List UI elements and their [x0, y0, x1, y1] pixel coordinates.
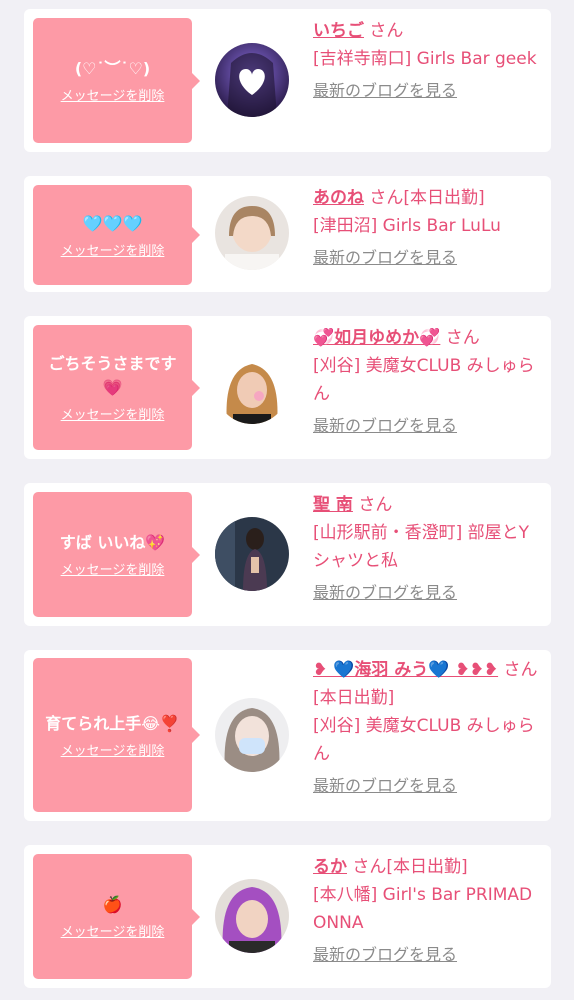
- avatar[interactable]: [215, 43, 289, 117]
- avatar-blonde-selfie-photo: [215, 350, 289, 424]
- cast-name-link[interactable]: 💞如月ゆめか💞: [313, 328, 440, 348]
- message-text: 🍎: [102, 895, 123, 914]
- cast-name-link[interactable]: 聖 南: [313, 495, 353, 515]
- list-item: ごちそうさまです💗 メッセージを削除 💞如月ゆめか💞 さん [刈谷] 美魔女CL…: [24, 316, 551, 459]
- honorific: さん: [445, 328, 480, 348]
- honorific: さん: [358, 495, 393, 515]
- cast-info: 聖 南 さん [山形駅前・香澄町] 部屋とYシャツと私 最新のブログを見る: [313, 491, 541, 605]
- shop-name: [山形駅前・香澄町] 部屋とYシャツと私: [313, 523, 530, 571]
- avatar[interactable]: [215, 517, 289, 591]
- latest-blog-link[interactable]: 最新のブログを見る: [313, 943, 457, 967]
- message-bubble: 🍎 メッセージを削除: [33, 854, 200, 979]
- latest-blog-link[interactable]: 最新のブログを見る: [313, 414, 457, 438]
- message-bubble: ごちそうさまです💗 メッセージを削除: [33, 325, 200, 450]
- message-text: ごちそうさまです💗: [48, 354, 177, 397]
- status-badge: [本日出勤]: [313, 688, 395, 708]
- honorific: さん: [369, 188, 404, 208]
- honorific: さん: [369, 21, 404, 41]
- delete-message-link[interactable]: メッセージを削除: [61, 559, 165, 578]
- status-badge: [本日出勤]: [403, 188, 485, 208]
- honorific: さん: [503, 660, 538, 680]
- cast-info: 💞如月ゆめか💞 さん [刈谷] 美魔女CLUB みしゅらん 最新のブログを見る: [313, 324, 541, 438]
- avatar[interactable]: [215, 879, 289, 953]
- message-list: (♡˙︶˙♡) メッセージを削除 いちご さん [吉祥寺南口] Girls Ba…: [0, 0, 574, 1000]
- avatar[interactable]: [215, 698, 289, 772]
- honorific: さん: [352, 857, 387, 877]
- cast-info: るか さん[本日出勤] [本八幡] Girl's Bar PRIMADONNA …: [313, 853, 541, 967]
- message-bubble: 🩵🩵🩵 メッセージを削除: [33, 185, 200, 285]
- shop-name: [刈谷] 美魔女CLUB みしゅらん: [313, 716, 535, 764]
- message-text: 育てられ上手😂❣️: [45, 713, 180, 733]
- delete-message-link[interactable]: メッセージを削除: [61, 921, 165, 940]
- avatar-masked-selfie-photo: [215, 698, 289, 772]
- latest-blog-link[interactable]: 最新のブログを見る: [313, 246, 457, 270]
- avatar-selfie-photo: [215, 196, 289, 270]
- list-item: 🍎 メッセージを削除 るか さん[本日出勤] [本八幡] Girl's Bar …: [24, 845, 551, 988]
- shop-name: [吉祥寺南口] Girls Bar geek: [313, 49, 537, 69]
- delete-message-link[interactable]: メッセージを削除: [61, 240, 165, 259]
- shop-name: [刈谷] 美魔女CLUB みしゅらん: [313, 356, 535, 404]
- list-item: 育てられ上手😂❣️ メッセージを削除 ❥ 💙海羽 みう💙 ❥❥❥ さん [本日出勤…: [24, 650, 551, 821]
- cast-info: いちご さん [吉祥寺南口] Girls Bar geek 最新のブログを見る: [313, 17, 541, 103]
- cast-name-link[interactable]: ❥ 💙海羽 みう💙 ❥❥❥: [313, 660, 498, 680]
- list-item: (♡˙︶˙♡) メッセージを削除 いちご さん [吉祥寺南口] Girls Ba…: [24, 9, 551, 152]
- list-item: すば いいね💖 メッセージを削除 聖 南 さん [山形駅前・香澄町] 部屋とYシ…: [24, 483, 551, 626]
- message-bubble: 育てられ上手😂❣️ メッセージを削除: [33, 658, 200, 812]
- cast-info: ❥ 💙海羽 みう💙 ❥❥❥ さん [本日出勤] [刈谷] 美魔女CLUB みしゅら…: [313, 656, 541, 798]
- latest-blog-link[interactable]: 最新のブログを見る: [313, 774, 457, 798]
- cast-name-link[interactable]: いちご: [313, 21, 364, 41]
- delete-message-link[interactable]: メッセージを削除: [61, 85, 165, 104]
- message-text: すば いいね💖: [59, 533, 166, 552]
- delete-message-link[interactable]: メッセージを削除: [61, 404, 165, 423]
- cast-name-link[interactable]: あのね: [313, 188, 364, 208]
- message-bubble: すば いいね💖 メッセージを削除: [33, 492, 200, 617]
- avatar-dark-dress-photo: [215, 517, 289, 591]
- message-bubble: (♡˙︶˙♡) メッセージを削除: [33, 18, 200, 143]
- avatar-purple-hair-photo: [215, 879, 289, 953]
- shop-name: [本八幡] Girl's Bar PRIMADONNA: [313, 885, 533, 933]
- delete-message-link[interactable]: メッセージを削除: [61, 740, 165, 759]
- status-badge: [本日出勤]: [386, 857, 468, 877]
- avatar-heart-sticker-photo: [215, 43, 289, 117]
- avatar[interactable]: [215, 196, 289, 270]
- message-text: (♡˙︶˙♡): [74, 59, 151, 78]
- latest-blog-link[interactable]: 最新のブログを見る: [313, 79, 457, 103]
- avatar[interactable]: [215, 350, 289, 424]
- cast-info: あのね さん[本日出勤] [津田沼] Girls Bar LuLu 最新のブログ…: [313, 184, 541, 270]
- shop-name: [津田沼] Girls Bar LuLu: [313, 216, 501, 236]
- list-item: 🩵🩵🩵 メッセージを削除 あのね さん[本日出勤] [津田沼] Girls Ba…: [24, 176, 551, 292]
- latest-blog-link[interactable]: 最新のブログを見る: [313, 581, 457, 605]
- message-text: 🩵🩵🩵: [82, 213, 143, 233]
- cast-name-link[interactable]: るか: [313, 857, 347, 877]
